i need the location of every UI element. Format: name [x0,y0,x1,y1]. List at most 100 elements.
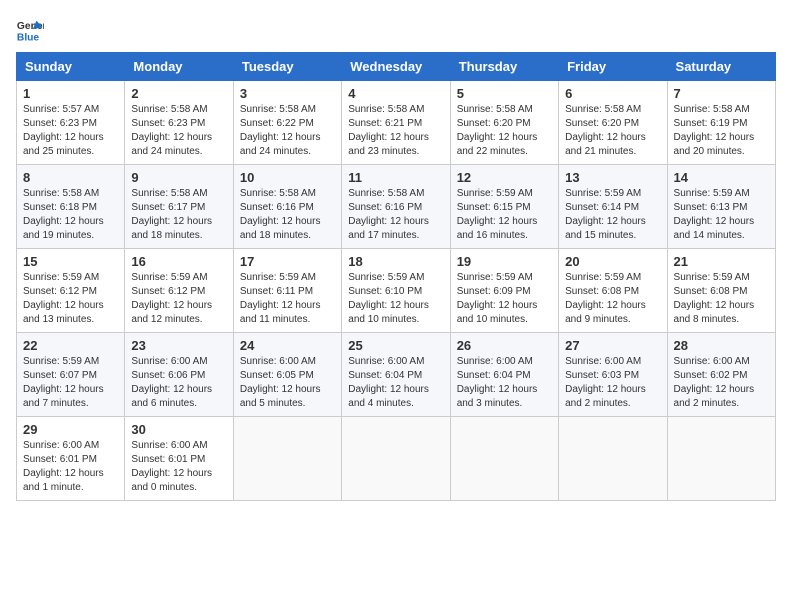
day-number: 23 [131,338,226,353]
day-info: Sunrise: 5:58 AM Sunset: 6:20 PM Dayligh… [565,103,660,159]
day-info: Sunrise: 5:58 AM Sunset: 6:21 PM Dayligh… [348,103,443,159]
calendar-cell: 10 Sunrise: 5:58 AM Sunset: 6:16 PM Dayli… [233,165,341,249]
day-info: Sunrise: 5:58 AM Sunset: 6:16 PM Dayligh… [240,187,335,243]
calendar-body: 1 Sunrise: 5:57 AM Sunset: 6:23 PM Daylig… [17,81,776,501]
calendar-cell: 24 Sunrise: 6:00 AM Sunset: 6:05 PM Dayli… [233,333,341,417]
day-info: Sunrise: 6:00 AM Sunset: 6:04 PM Dayligh… [457,355,552,411]
day-info: Sunrise: 6:00 AM Sunset: 6:03 PM Dayligh… [565,355,660,411]
calendar-cell: 28 Sunrise: 6:00 AM Sunset: 6:02 PM Dayli… [667,333,775,417]
svg-text:Blue: Blue [17,32,40,43]
calendar-cell: 13 Sunrise: 5:59 AM Sunset: 6:14 PM Dayli… [559,165,667,249]
day-info: Sunrise: 5:59 AM Sunset: 6:12 PM Dayligh… [131,271,226,327]
calendar-col-friday: Friday [559,53,667,81]
calendar-cell: 9 Sunrise: 5:58 AM Sunset: 6:17 PM Daylig… [125,165,233,249]
day-info: Sunrise: 5:59 AM Sunset: 6:09 PM Dayligh… [457,271,552,327]
day-info: Sunrise: 5:59 AM Sunset: 6:11 PM Dayligh… [240,271,335,327]
calendar-cell [233,417,341,501]
page-header: General Blue [16,16,776,44]
calendar-col-monday: Monday [125,53,233,81]
calendar-cell: 19 Sunrise: 5:59 AM Sunset: 6:09 PM Dayli… [450,249,558,333]
logo: General Blue [16,16,44,44]
day-info: Sunrise: 5:57 AM Sunset: 6:23 PM Dayligh… [23,103,118,159]
logo-icon: General Blue [16,16,44,44]
day-number: 27 [565,338,660,353]
day-info: Sunrise: 5:59 AM Sunset: 6:08 PM Dayligh… [674,271,769,327]
calendar-cell: 17 Sunrise: 5:59 AM Sunset: 6:11 PM Dayli… [233,249,341,333]
day-number: 25 [348,338,443,353]
day-number: 17 [240,254,335,269]
day-number: 4 [348,86,443,101]
day-info: Sunrise: 6:00 AM Sunset: 6:06 PM Dayligh… [131,355,226,411]
day-info: Sunrise: 6:00 AM Sunset: 6:01 PM Dayligh… [131,439,226,495]
day-number: 11 [348,170,443,185]
day-info: Sunrise: 5:59 AM Sunset: 6:10 PM Dayligh… [348,271,443,327]
day-number: 2 [131,86,226,101]
calendar-cell: 7 Sunrise: 5:58 AM Sunset: 6:19 PM Daylig… [667,81,775,165]
day-number: 3 [240,86,335,101]
calendar-week-2: 8 Sunrise: 5:58 AM Sunset: 6:18 PM Daylig… [17,165,776,249]
day-number: 30 [131,422,226,437]
day-info: Sunrise: 5:59 AM Sunset: 6:14 PM Dayligh… [565,187,660,243]
day-info: Sunrise: 6:00 AM Sunset: 6:05 PM Dayligh… [240,355,335,411]
calendar-cell [450,417,558,501]
day-number: 22 [23,338,118,353]
day-info: Sunrise: 6:00 AM Sunset: 6:02 PM Dayligh… [674,355,769,411]
day-number: 10 [240,170,335,185]
calendar-cell: 29Sunrise: 6:00 AM Sunset: 6:01 PM Dayli… [17,417,125,501]
calendar-week-5: 29Sunrise: 6:00 AM Sunset: 6:01 PM Dayli… [17,417,776,501]
day-number: 5 [457,86,552,101]
calendar-cell: 21 Sunrise: 5:59 AM Sunset: 6:08 PM Dayli… [667,249,775,333]
calendar-col-wednesday: Wednesday [342,53,450,81]
day-info: Sunrise: 5:58 AM Sunset: 6:23 PM Dayligh… [131,103,226,159]
calendar-cell: 8 Sunrise: 5:58 AM Sunset: 6:18 PM Daylig… [17,165,125,249]
day-number: 24 [240,338,335,353]
calendar-header: SundayMondayTuesdayWednesdayThursdayFrid… [17,53,776,81]
day-info: Sunrise: 6:00 AM Sunset: 6:04 PM Dayligh… [348,355,443,411]
calendar-cell: 5 Sunrise: 5:58 AM Sunset: 6:20 PM Daylig… [450,81,558,165]
day-info: Sunrise: 5:58 AM Sunset: 6:22 PM Dayligh… [240,103,335,159]
calendar-cell: 18Sunrise: 5:59 AM Sunset: 6:10 PM Dayli… [342,249,450,333]
day-info: Sunrise: 6:00 AM Sunset: 6:01 PM Dayligh… [23,439,118,495]
calendar-week-1: 1 Sunrise: 5:57 AM Sunset: 6:23 PM Daylig… [17,81,776,165]
calendar-cell: 30 Sunrise: 6:00 AM Sunset: 6:01 PM Dayli… [125,417,233,501]
calendar-cell [559,417,667,501]
calendar-col-sunday: Sunday [17,53,125,81]
day-number: 12 [457,170,552,185]
day-number: 19 [457,254,552,269]
day-info: Sunrise: 5:58 AM Sunset: 6:18 PM Dayligh… [23,187,118,243]
day-info: Sunrise: 5:58 AM Sunset: 6:17 PM Dayligh… [131,187,226,243]
calendar-col-tuesday: Tuesday [233,53,341,81]
calendar-cell [667,417,775,501]
day-info: Sunrise: 5:59 AM Sunset: 6:15 PM Dayligh… [457,187,552,243]
calendar-cell: 22Sunrise: 5:59 AM Sunset: 6:07 PM Dayli… [17,333,125,417]
calendar-cell: 26 Sunrise: 6:00 AM Sunset: 6:04 PM Dayli… [450,333,558,417]
calendar-cell: 14Sunrise: 5:59 AM Sunset: 6:13 PM Dayli… [667,165,775,249]
calendar-col-thursday: Thursday [450,53,558,81]
day-number: 14 [674,170,769,185]
calendar-cell: 15 Sunrise: 5:59 AM Sunset: 6:12 PM Dayli… [17,249,125,333]
calendar-cell: 16 Sunrise: 5:59 AM Sunset: 6:12 PM Dayli… [125,249,233,333]
day-number: 8 [23,170,118,185]
calendar-cell: 1 Sunrise: 5:57 AM Sunset: 6:23 PM Daylig… [17,81,125,165]
day-number: 6 [565,86,660,101]
calendar-cell: 6 Sunrise: 5:58 AM Sunset: 6:20 PM Daylig… [559,81,667,165]
calendar-week-4: 22Sunrise: 5:59 AM Sunset: 6:07 PM Dayli… [17,333,776,417]
day-number: 21 [674,254,769,269]
day-number: 16 [131,254,226,269]
calendar-cell: 4 Sunrise: 5:58 AM Sunset: 6:21 PM Daylig… [342,81,450,165]
day-info: Sunrise: 5:58 AM Sunset: 6:20 PM Dayligh… [457,103,552,159]
day-info: Sunrise: 5:59 AM Sunset: 6:12 PM Dayligh… [23,271,118,327]
day-number: 28 [674,338,769,353]
day-number: 9 [131,170,226,185]
day-number: 20 [565,254,660,269]
calendar-cell: 27 Sunrise: 6:00 AM Sunset: 6:03 PM Dayli… [559,333,667,417]
day-number: 15 [23,254,118,269]
day-number: 26 [457,338,552,353]
calendar-cell: 12 Sunrise: 5:59 AM Sunset: 6:15 PM Dayli… [450,165,558,249]
calendar-cell: 20Sunrise: 5:59 AM Sunset: 6:08 PM Dayli… [559,249,667,333]
day-number: 7 [674,86,769,101]
day-number: 1 [23,86,118,101]
calendar-table: SundayMondayTuesdayWednesdayThursdayFrid… [16,52,776,501]
day-number: 13 [565,170,660,185]
day-info: Sunrise: 5:58 AM Sunset: 6:19 PM Dayligh… [674,103,769,159]
